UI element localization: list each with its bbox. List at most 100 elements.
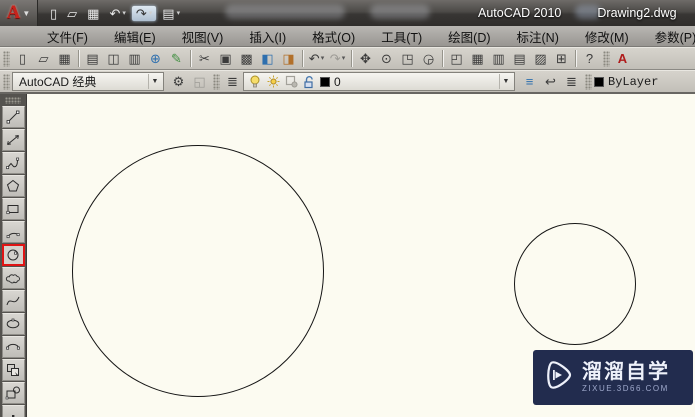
save-button[interactable]: ▦ <box>83 6 103 21</box>
toolbar-separator <box>190 50 191 67</box>
menu-view[interactable]: 视图(V) <box>169 25 237 48</box>
zoom-previous-icon: ◶ <box>422 51 435 66</box>
layer-dropdown[interactable]: 0 ▼ <box>243 72 515 91</box>
publish-button[interactable]: ▥ <box>124 49 145 68</box>
layer-thaw-sun-icon[interactable] <box>266 75 280 89</box>
zoom-realtime-button[interactable]: ⊙ <box>376 49 397 68</box>
block-editor-icon: ◨ <box>282 51 295 66</box>
menu-insert[interactable]: 插入(I) <box>236 25 299 48</box>
layer-previous-button[interactable]: ↩ <box>540 72 561 91</box>
watermark-url: zixue.3d66.com <box>582 384 669 394</box>
my-workspace-button[interactable]: ◱ <box>189 72 210 91</box>
toolbar-grip[interactable] <box>3 50 10 67</box>
undo-button[interactable]: ↶ ▾ <box>105 6 129 21</box>
tool-palettes-button[interactable]: ▥ <box>488 49 509 68</box>
make-block-tool-button[interactable] <box>1 382 25 404</box>
markup-edit-button[interactable]: ✎ <box>166 49 187 68</box>
quick-calc-button[interactable]: ⊞ <box>551 49 572 68</box>
toolbar-grip[interactable] <box>3 73 10 90</box>
block-editor-button[interactable]: ◨ <box>278 49 299 68</box>
help-button[interactable]: ? <box>579 49 600 68</box>
menu-format[interactable]: 格式(O) <box>299 25 368 48</box>
object-color-dropdown[interactable]: ByLayer <box>594 75 695 89</box>
design-center-icon: ▦ <box>471 51 484 66</box>
chevron-down-icon[interactable]: ▼ <box>499 74 512 89</box>
small-circle-entity[interactable] <box>514 223 636 345</box>
match-properties-button[interactable]: ◧ <box>257 49 278 68</box>
save-icon: ▦ <box>58 51 71 66</box>
toolbar-grip[interactable] <box>5 97 21 104</box>
rectangle-tool-button[interactable] <box>1 198 25 220</box>
paste-button[interactable]: ▩ <box>236 49 257 68</box>
markup-set-manager-button[interactable]: ▨ <box>530 49 551 68</box>
plot-button[interactable]: ▤ <box>82 49 103 68</box>
menu-draw[interactable]: 绘图(D) <box>435 25 503 48</box>
plot-preview-button[interactable]: ◫ <box>103 49 124 68</box>
zoom-previous-button[interactable]: ◶ <box>418 49 439 68</box>
new-file-button[interactable]: ▯ <box>12 49 33 68</box>
menu-parametric[interactable]: 参数(P) <box>642 25 695 48</box>
layer-on-bulb-icon[interactable] <box>248 75 262 89</box>
layer-states-manager-button[interactable]: ≣ <box>561 72 582 91</box>
workspace-dropdown[interactable]: AutoCAD 经典 ▼ <box>12 72 164 91</box>
ellipse-arc-tool-button[interactable] <box>1 336 25 358</box>
layer-unlock-icon[interactable] <box>302 75 316 89</box>
design-center-button[interactable]: ▦ <box>467 49 488 68</box>
application-menu-button[interactable]: A ▼ <box>0 0 38 26</box>
text-style-button[interactable]: A <box>612 49 633 68</box>
pan-button[interactable]: ✥ <box>355 49 376 68</box>
polyline-tool-button[interactable] <box>1 152 25 174</box>
chevron-down-icon[interactable]: ▾ <box>122 10 126 17</box>
cut-button[interactable]: ✂ <box>194 49 215 68</box>
draw-toolbar <box>0 94 27 417</box>
menu-edit[interactable]: 编辑(E) <box>101 25 169 48</box>
ellipse-tool-button[interactable] <box>1 313 25 335</box>
arc-tool-button[interactable] <box>1 221 25 243</box>
spline-tool-button[interactable] <box>1 290 25 312</box>
workspace-settings-button[interactable]: ⚙ <box>168 72 189 91</box>
undo-button[interactable]: ↶ ▾ <box>306 49 327 68</box>
properties-palette-button[interactable]: ◰ <box>446 49 467 68</box>
insert-block-tool-button[interactable] <box>1 359 25 381</box>
standard-toolbar: ▯ ▱ ▦ ▤ ◫ ▥ ⊕ ✎ ✂ ▣ ▩ ◧ ◨ ↶ ▾ ↷ ▾ ✥ ⊙ ◳ ◶ … <box>0 47 695 70</box>
print-button[interactable]: ▤ ▾ <box>158 6 184 21</box>
brush-icon: ◧ <box>261 51 274 66</box>
chevron-down-icon[interactable]: ▾ <box>321 55 325 62</box>
printer-icon: ▤ <box>86 51 99 66</box>
publish-to-web-button[interactable]: ⊕ <box>145 49 166 68</box>
drawing-canvas[interactable]: 溜溜自学 zixue.3d66.com <box>27 94 695 417</box>
make-object-layer-current-button[interactable]: ≡ <box>519 72 540 91</box>
open-file-button[interactable]: ▱ <box>63 6 81 21</box>
redo-icon: ↷ <box>135 5 147 21</box>
point-tool-button[interactable] <box>1 405 25 417</box>
chevron-down-icon[interactable]: ▾ <box>149 10 153 17</box>
zoom-window-button[interactable]: ◳ <box>397 49 418 68</box>
large-circle-entity[interactable] <box>72 145 324 397</box>
save-button[interactable]: ▦ <box>54 49 75 68</box>
menu-tools[interactable]: 工具(T) <box>368 25 435 48</box>
layer-properties-manager-button[interactable]: ≣ <box>222 72 243 91</box>
chevron-down-icon[interactable]: ▾ <box>177 10 181 17</box>
chevron-down-icon[interactable]: ▾ <box>342 55 346 62</box>
menu-dimension[interactable]: 标注(N) <box>504 25 572 48</box>
menu-file[interactable]: 文件(F) <box>34 25 101 48</box>
construction-line-tool-button[interactable] <box>1 129 25 151</box>
copy-button[interactable]: ▣ <box>215 49 236 68</box>
redo-button[interactable]: ↷ ▾ <box>131 5 157 21</box>
open-file-button[interactable]: ▱ <box>33 49 54 68</box>
toolbar-grip[interactable] <box>603 50 610 67</box>
toolbar-grip[interactable] <box>213 73 220 90</box>
spline-icon <box>5 293 21 309</box>
new-file-button[interactable]: ▯ <box>46 6 61 21</box>
chevron-down-icon[interactable]: ▼ <box>148 74 161 89</box>
layer-viewport-freeze-icon[interactable] <box>284 75 298 89</box>
polygon-tool-button[interactable] <box>1 175 25 197</box>
circle-tool-button[interactable] <box>1 244 25 266</box>
revision-cloud-tool-button[interactable] <box>1 267 25 289</box>
redo-button[interactable]: ↷ ▾ <box>327 49 348 68</box>
sheet-set-manager-button[interactable]: ▤ <box>509 49 530 68</box>
line-tool-button[interactable] <box>1 106 25 128</box>
point-icon <box>5 408 21 417</box>
toolbar-grip[interactable] <box>585 73 592 90</box>
menu-modify[interactable]: 修改(M) <box>572 25 642 48</box>
